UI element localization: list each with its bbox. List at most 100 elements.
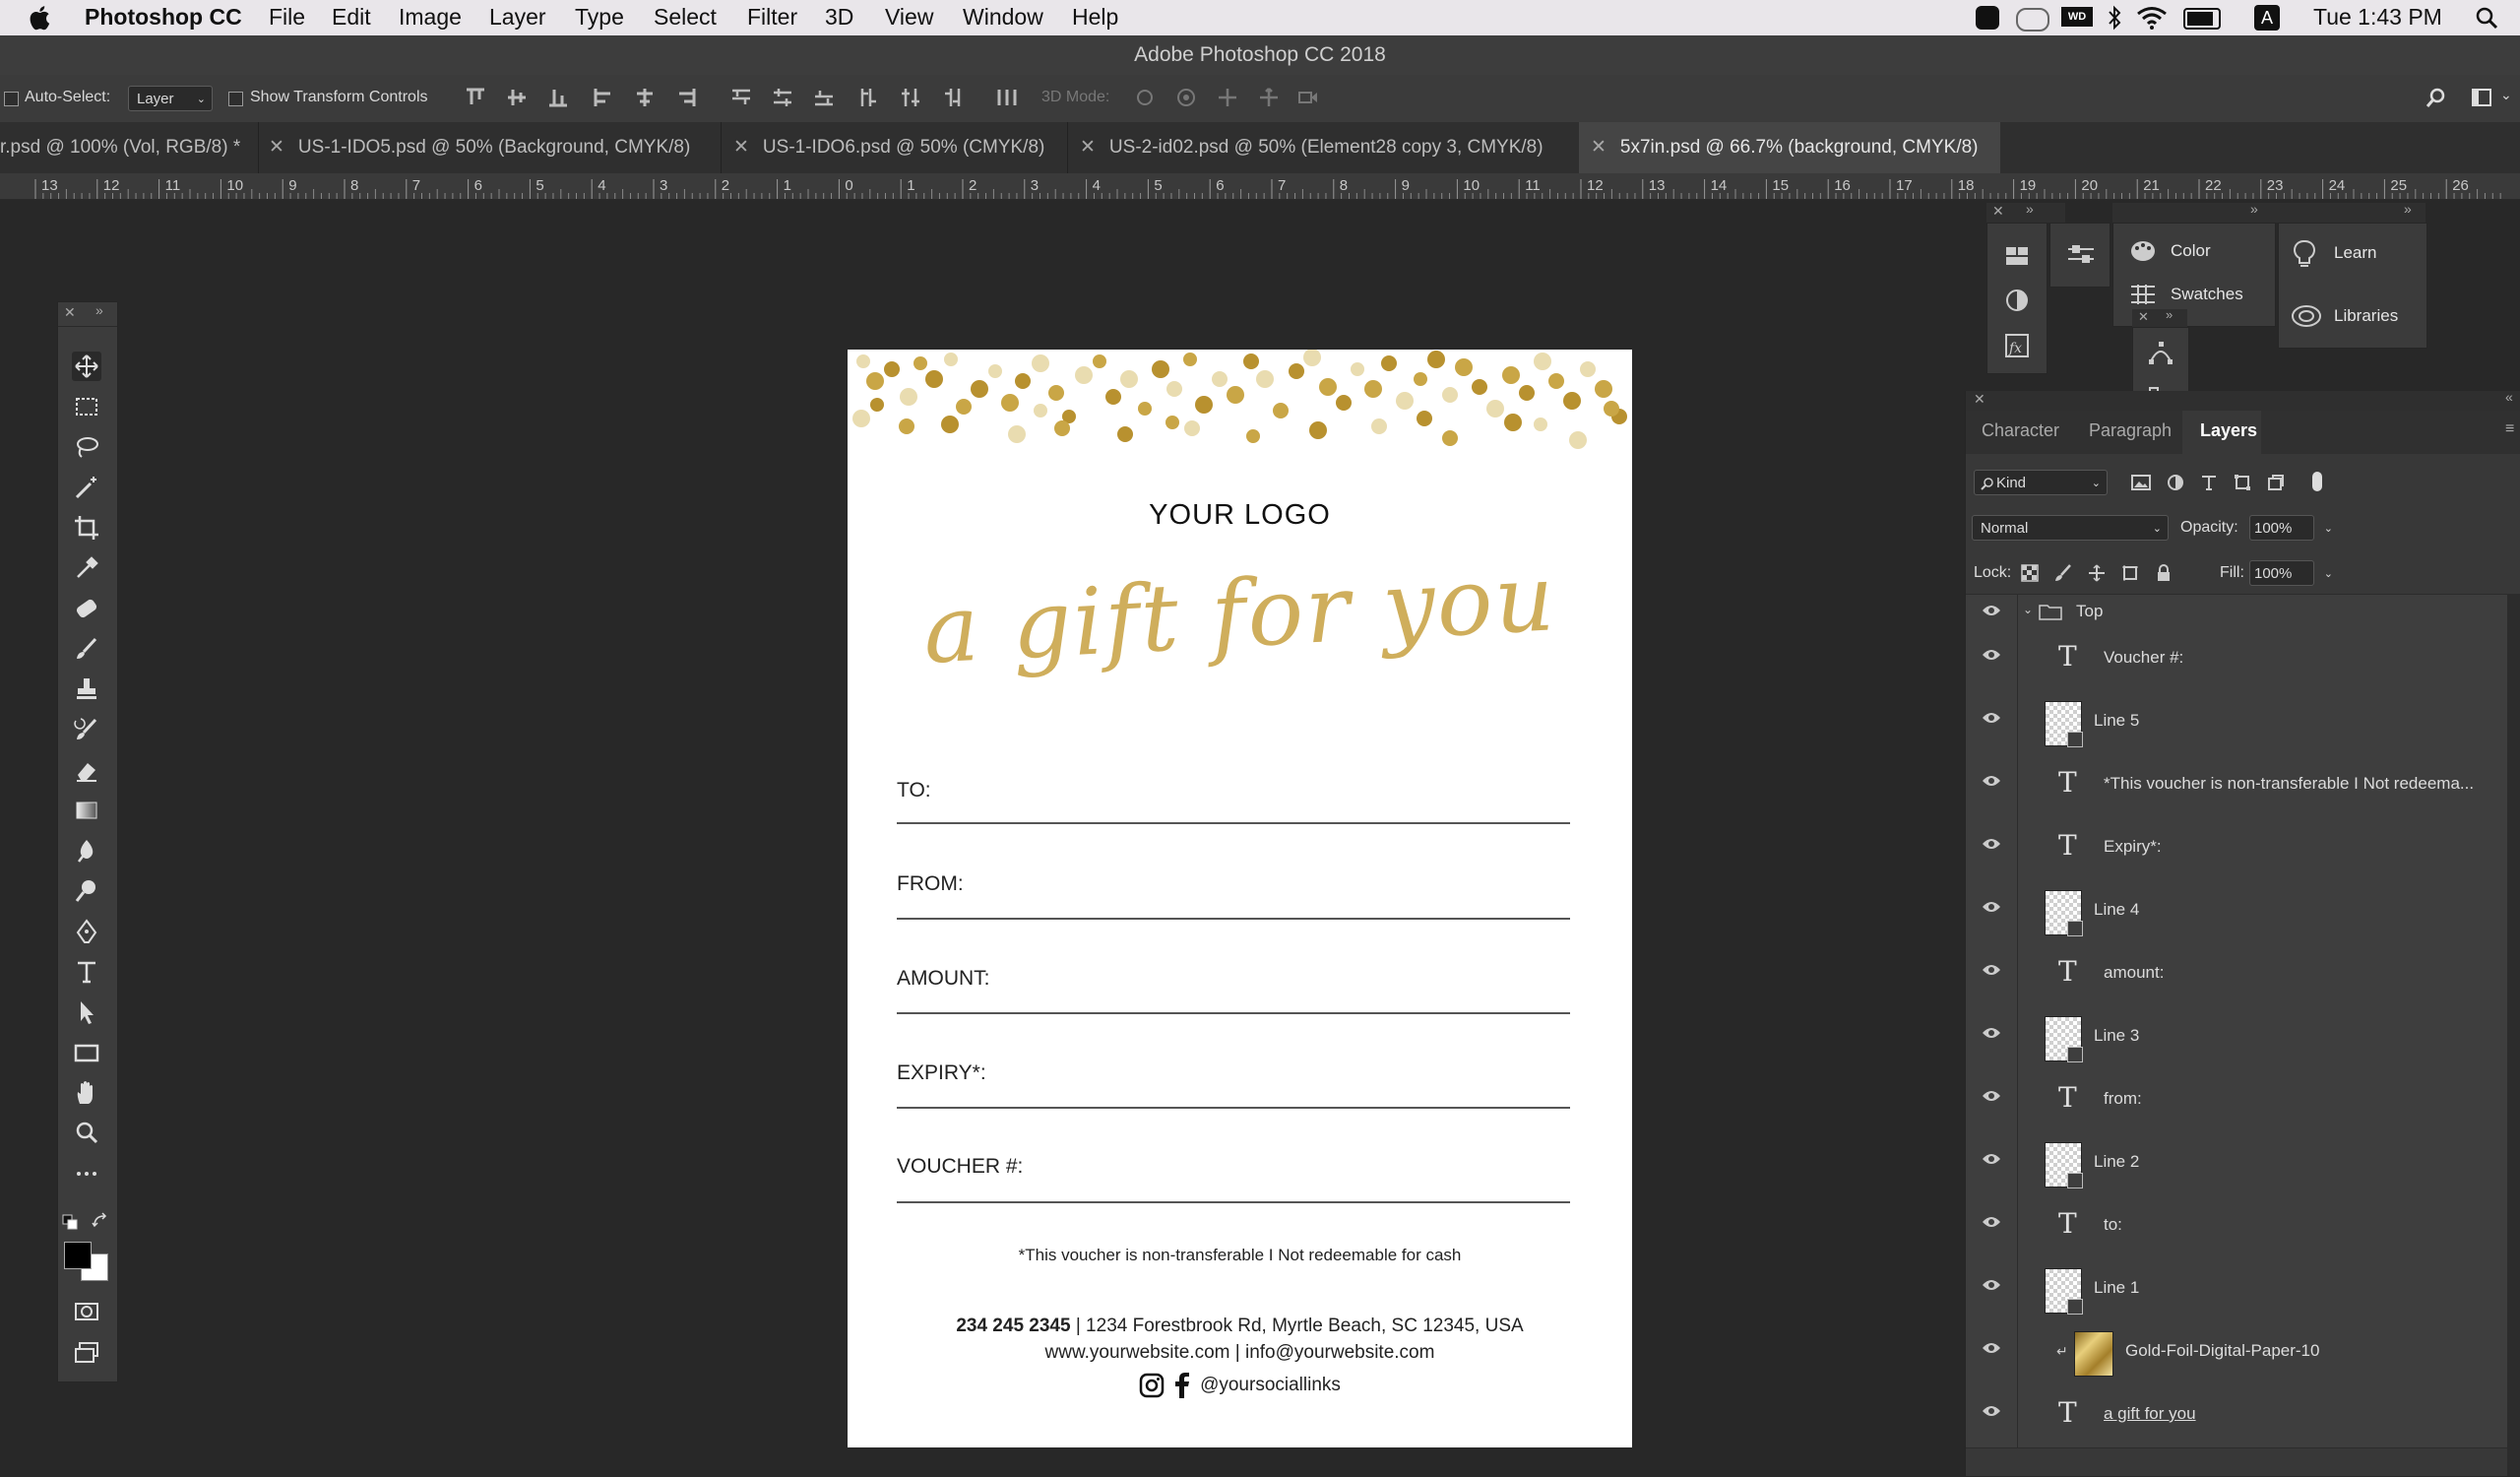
filter-toggle-switch[interactable]: [2312, 472, 2322, 491]
distribute-right-icon[interactable]: [941, 87, 963, 108]
blur-tool-icon[interactable]: [72, 836, 101, 866]
healing-brush-icon[interactable]: [72, 594, 101, 623]
cloud-status-icon[interactable]: [2016, 8, 2049, 32]
history-brush-icon[interactable]: [72, 715, 101, 744]
filter-adjustment-icon[interactable]: [2167, 474, 2184, 491]
visibility-eye-icon[interactable]: [1982, 1404, 2001, 1418]
fill-input[interactable]: 100% ⌄: [2249, 560, 2333, 586]
visibility-eye-icon[interactable]: [1982, 711, 2001, 725]
auto-align-icon[interactable]: [996, 87, 1018, 108]
distribute-left-icon[interactable]: [858, 87, 880, 108]
menu-image[interactable]: Image: [399, 4, 462, 31]
visibility-eye-icon[interactable]: [1982, 1278, 2001, 1292]
pen-tool-icon[interactable]: [72, 917, 101, 946]
input-source-icon[interactable]: A: [2254, 5, 2280, 31]
layer-row[interactable]: Tto:: [1966, 1195, 2507, 1259]
menu-3d[interactable]: 3D: [825, 4, 853, 31]
align-top-icon[interactable]: [465, 87, 486, 108]
close-icon[interactable]: ✕: [1974, 391, 1985, 408]
learn-panel-button[interactable]: Learn: [2279, 233, 2426, 273]
history-panel-icon[interactable]: [2003, 241, 2031, 269]
close-icon[interactable]: ✕: [1591, 137, 1606, 158]
filter-shape-icon[interactable]: [2234, 474, 2251, 491]
visibility-eye-icon[interactable]: [1982, 1215, 2001, 1229]
close-icon[interactable]: ✕: [1080, 137, 1096, 158]
default-colors-icon[interactable]: [62, 1214, 78, 1230]
layer-row[interactable]: Line 4: [1966, 880, 2507, 944]
doc-tab[interactable]: ✕ US-1-IDO5.psd @ 50% (Background, CMYK/8…: [258, 122, 721, 173]
field-to-label[interactable]: TO:: [897, 779, 931, 803]
visibility-eye-icon[interactable]: [1982, 1026, 2001, 1040]
eyedropper-icon[interactable]: [72, 553, 101, 583]
menu-filter[interactable]: Filter: [747, 4, 797, 31]
visibility-eye-icon[interactable]: [1982, 837, 2001, 851]
filter-smart-object-icon[interactable]: [2267, 474, 2285, 491]
styles-panel-icon[interactable]: fx: [2003, 332, 2031, 359]
lock-transparent-icon[interactable]: [2021, 564, 2039, 582]
quick-mask-icon[interactable]: [72, 1297, 101, 1326]
collapse-icon[interactable]: »: [2166, 307, 2173, 322]
layer-row[interactable]: T Expiry*:: [1966, 817, 2507, 881]
layer-row[interactable]: Ta gift for you: [1966, 1384, 2507, 1448]
workspace-chevron-icon[interactable]: ⌄: [2500, 87, 2512, 103]
wd-drive-icon[interactable]: WD: [2061, 7, 2093, 27]
visibility-eye-icon[interactable]: [1982, 1089, 2001, 1103]
distribute-vcenter-icon[interactable]: [772, 87, 793, 108]
menu-edit[interactable]: Edit: [332, 4, 371, 31]
search-icon[interactable]: [2426, 87, 2447, 108]
layer-row[interactable]: Tamount:: [1966, 943, 2507, 1007]
visibility-eye-icon[interactable]: [1982, 604, 2001, 617]
hand-tool-icon[interactable]: [72, 1078, 101, 1108]
menu-select[interactable]: Select: [654, 4, 717, 31]
distribute-top-icon[interactable]: [730, 87, 752, 108]
spotlight-search-icon[interactable]: [2475, 6, 2498, 30]
visibility-eye-icon[interactable]: [1982, 648, 2001, 662]
gradient-tool-icon[interactable]: [72, 796, 101, 825]
workspace-icon[interactable]: [2471, 87, 2492, 108]
zoom-tool-icon[interactable]: [72, 1119, 101, 1148]
crop-tool-icon[interactable]: [72, 513, 101, 543]
align-right-icon[interactable]: [675, 87, 697, 108]
web-line[interactable]: www.yourwebsite.com | info@yourwebsite.c…: [848, 1342, 1632, 1364]
contact-line[interactable]: 234 245 2345 | 1234 Forestbrook Rd, Myrt…: [848, 1316, 1632, 1337]
visibility-eye-icon[interactable]: [1982, 1341, 2001, 1355]
close-icon[interactable]: ✕: [64, 304, 76, 321]
layer-row[interactable]: T Voucher #:: [1966, 628, 2507, 692]
layer-row[interactable]: T *This voucher is non-transferable I Not…: [1966, 754, 2507, 818]
layer-row[interactable]: Line 5: [1966, 691, 2507, 755]
field-amount-label[interactable]: AMOUNT:: [897, 967, 990, 991]
close-icon[interactable]: ✕: [269, 137, 284, 158]
headline-script[interactable]: a gift for you: [848, 541, 1632, 689]
distribute-bottom-icon[interactable]: [813, 87, 835, 108]
foreground-color-swatch[interactable]: [64, 1242, 92, 1269]
field-expiry-label[interactable]: EXPIRY*:: [897, 1061, 986, 1085]
chevron-down-icon[interactable]: ⌄: [2023, 603, 2033, 616]
screen-mode-icon[interactable]: [72, 1338, 101, 1368]
collapse-icon[interactable]: »: [2026, 201, 2034, 217]
tab-paragraph[interactable]: Paragraph: [2089, 420, 2172, 441]
visibility-eye-icon[interactable]: [1982, 1152, 2001, 1166]
opacity-input[interactable]: 100% ⌄: [2249, 515, 2333, 541]
align-hcenter-icon[interactable]: [634, 87, 656, 108]
blend-mode-dropdown[interactable]: Normal ⌄: [1972, 515, 2169, 541]
social-line[interactable]: @yoursociallinks: [848, 1371, 1632, 1400]
libraries-panel-button[interactable]: Libraries: [2279, 296, 2426, 336]
app-menu[interactable]: Photoshop CC: [85, 4, 242, 31]
collapse-icon[interactable]: »: [2250, 201, 2258, 217]
paths-panel-icon[interactable]: [2147, 340, 2174, 367]
align-vcenter-icon[interactable]: [506, 87, 528, 108]
menubar-clock[interactable]: Tue 1:43 PM: [2313, 4, 2442, 31]
layers-scrollbar[interactable]: [2507, 594, 2520, 1476]
lock-position-icon[interactable]: [2088, 564, 2106, 582]
horizontal-ruler[interactable]: 13 12 11 10 9 8 7 6 5 4 3 2 1 0 1 2 3 4 5 6 7 8 9 10 11 12 13 14 15 1…: [0, 173, 2520, 200]
dodge-tool-icon[interactable]: [72, 876, 101, 906]
menu-type[interactable]: Type: [575, 4, 624, 31]
show-transform-checkbox[interactable]: [228, 92, 243, 106]
lock-artboard-icon[interactable]: [2121, 564, 2139, 582]
move-tool-icon[interactable]: [72, 352, 101, 381]
doc-tab[interactable]: ✕ US-2-id02.psd @ 50% (Element28 copy 3, …: [1067, 122, 1579, 173]
collapse-icon[interactable]: «: [2505, 389, 2513, 405]
menu-help[interactable]: Help: [1072, 4, 1118, 31]
check-status-icon[interactable]: [1976, 6, 1999, 30]
layer-row[interactable]: Line 1: [1966, 1258, 2507, 1322]
